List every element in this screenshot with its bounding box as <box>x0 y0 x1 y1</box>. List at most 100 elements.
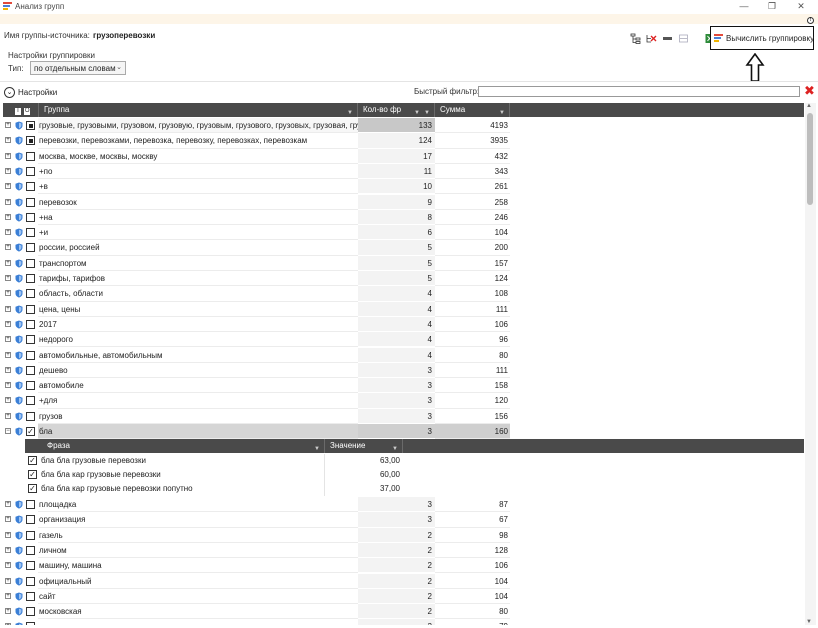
row-checkbox[interactable] <box>26 121 35 130</box>
table-row[interactable]: + недорого 4 96 <box>3 332 804 348</box>
phrase-row[interactable]: ✓ бла бла грузовые перевозки 63,00 <box>25 454 804 468</box>
row-checkbox[interactable] <box>26 396 35 406</box>
table-row[interactable]: + россии, россией 5 200 <box>3 240 804 256</box>
column-phrase[interactable]: Фраза ▼ <box>25 439 325 453</box>
row-checkbox[interactable] <box>26 530 35 540</box>
expand-row-icon[interactable]: + <box>5 320 11 327</box>
table-row[interactable]: + личном 2 128 <box>3 542 804 559</box>
table-row[interactable]: + машину, машина 2 106 <box>3 558 804 574</box>
settings-toggle[interactable]: ⌄ Настройки <box>4 87 57 98</box>
row-checkbox[interactable] <box>26 304 35 314</box>
expand-row-icon[interactable]: + <box>5 152 11 159</box>
column-group[interactable]: Группа ▼ <box>39 103 358 117</box>
expand-row-icon[interactable]: + <box>5 137 11 144</box>
row-checkbox[interactable] <box>26 561 35 571</box>
expand-row-icon[interactable]: + <box>5 336 11 343</box>
row-checkbox[interactable] <box>26 515 35 525</box>
row-checkbox[interactable] <box>26 228 35 238</box>
row-checkbox[interactable] <box>26 500 35 509</box>
column-value[interactable]: Значение ▼ <box>325 439 403 453</box>
delete-tree-icon[interactable] <box>646 33 657 44</box>
table-row[interactable]: + автомобильные, автомобильным 4 80 <box>3 347 804 363</box>
table-row[interactable]: + официальный 2 104 <box>3 573 804 589</box>
row-checkbox[interactable] <box>26 545 35 555</box>
type-select[interactable]: по отдельным словам ⌄ <box>30 61 126 75</box>
collapse-icon[interactable] <box>662 33 673 44</box>
expand-row-icon[interactable]: + <box>5 290 11 297</box>
row-checkbox[interactable] <box>26 151 35 161</box>
phrase-row[interactable]: ✓ бла бла кар грузовые перевозки попутно 3… <box>25 482 804 496</box>
scroll-down-icon[interactable]: ▼ <box>806 619 812 625</box>
row-checkbox[interactable] <box>26 166 35 176</box>
table-row[interactable]: + +и 6 104 <box>3 225 804 241</box>
row-checkbox[interactable] <box>26 335 35 345</box>
expand-all-icon[interactable]: I <box>15 108 21 115</box>
quick-filter-input[interactable] <box>478 86 800 97</box>
expand-row-icon[interactable]: + <box>5 198 11 205</box>
expand-row-icon[interactable]: + <box>5 366 11 373</box>
row-checkbox[interactable] <box>26 319 35 329</box>
expand-row-icon[interactable]: + <box>5 412 11 419</box>
row-checkbox[interactable] <box>26 576 35 586</box>
table-row[interactable]: + газель 2 98 <box>3 527 804 543</box>
expand-row-icon[interactable]: + <box>5 546 11 553</box>
expand-row-icon[interactable]: + <box>5 122 11 128</box>
table-row[interactable]: + грузов 3 156 <box>3 408 804 424</box>
table-row[interactable]: + площадка 3 87 <box>3 497 804 513</box>
table-row[interactable]: + грузовые, грузовыми, грузовом, грузовую… <box>3 118 804 134</box>
expand-row-icon[interactable]: + <box>5 577 11 584</box>
expand-row-icon[interactable]: + <box>5 562 11 569</box>
expand-row-icon[interactable]: + <box>5 259 11 266</box>
row-checkbox[interactable] <box>26 350 35 360</box>
column-sum[interactable]: Сумма ▼ <box>435 103 510 117</box>
expand-row-icon[interactable]: + <box>5 213 11 220</box>
collapse-row-icon[interactable]: − <box>5 428 11 434</box>
expand-row-icon[interactable]: + <box>5 531 11 538</box>
phrase-checkbox[interactable]: ✓ <box>28 456 37 465</box>
row-checkbox[interactable] <box>26 607 35 617</box>
table-row[interactable]: + +на 8 246 <box>3 209 804 226</box>
phrase-checkbox[interactable]: ✓ <box>28 484 37 493</box>
table-row[interactable]: + организация 3 67 <box>3 512 804 528</box>
row-checkbox[interactable] <box>26 289 35 299</box>
expand-row-icon[interactable]: + <box>5 305 11 312</box>
expand-row-icon[interactable]: + <box>5 501 11 507</box>
row-checkbox[interactable] <box>26 622 35 625</box>
row-checkbox[interactable] <box>26 258 35 268</box>
expand-icon[interactable] <box>678 33 689 44</box>
row-checkbox[interactable] <box>26 182 35 192</box>
row-checkbox[interactable] <box>26 197 35 207</box>
row-checkbox[interactable] <box>26 365 35 375</box>
expand-row-icon[interactable]: + <box>5 608 11 615</box>
restore-button[interactable]: ❐ <box>758 0 786 14</box>
expand-row-icon[interactable]: + <box>5 351 11 358</box>
row-checkbox[interactable] <box>26 243 35 253</box>
table-row[interactable]: + перевозки, перевозками, перевозка, пере… <box>3 133 804 149</box>
row-checkbox[interactable]: ✓ <box>26 427 35 436</box>
expand-row-icon[interactable]: + <box>5 167 11 174</box>
phrase-row[interactable]: ✓ бла бла кар грузовые перевозки 60,00 <box>25 468 804 482</box>
phrase-checkbox[interactable]: ✓ <box>28 470 37 479</box>
close-button[interactable]: ✕ <box>787 0 815 14</box>
row-checkbox[interactable] <box>26 411 35 421</box>
compute-grouping-button[interactable]: Вычислить группировку <box>710 26 814 50</box>
expand-row-icon[interactable]: + <box>5 592 11 599</box>
table-row[interactable]: + москва, москве, москвы, москву 17 432 <box>3 148 804 164</box>
expand-row-icon[interactable]: + <box>5 229 11 236</box>
table-row[interactable]: + дешево 3 111 <box>3 362 804 379</box>
table-row[interactable]: + перевозок 9 258 <box>3 194 804 210</box>
table-row[interactable]: + цена, цены 4 111 <box>3 301 804 317</box>
row-checkbox[interactable] <box>26 381 35 391</box>
row-checkbox[interactable] <box>26 212 35 222</box>
expand-row-icon[interactable]: + <box>5 183 11 190</box>
tree-structure-icon[interactable] <box>630 33 641 44</box>
table-row[interactable]: +279 <box>3 619 804 625</box>
table-row[interactable]: + область, области 4 108 <box>3 286 804 302</box>
collapse-all-icon[interactable]: O <box>24 108 31 115</box>
table-row[interactable]: + +для 3 120 <box>3 393 804 409</box>
row-checkbox[interactable] <box>26 591 35 601</box>
info-icon[interactable]: ! <box>807 17 814 24</box>
scroll-up-icon[interactable]: ▲ <box>806 103 812 109</box>
table-row[interactable]: +2017 4 106 <box>3 316 804 333</box>
table-row[interactable]: + автомобиле 3 158 <box>3 378 804 394</box>
